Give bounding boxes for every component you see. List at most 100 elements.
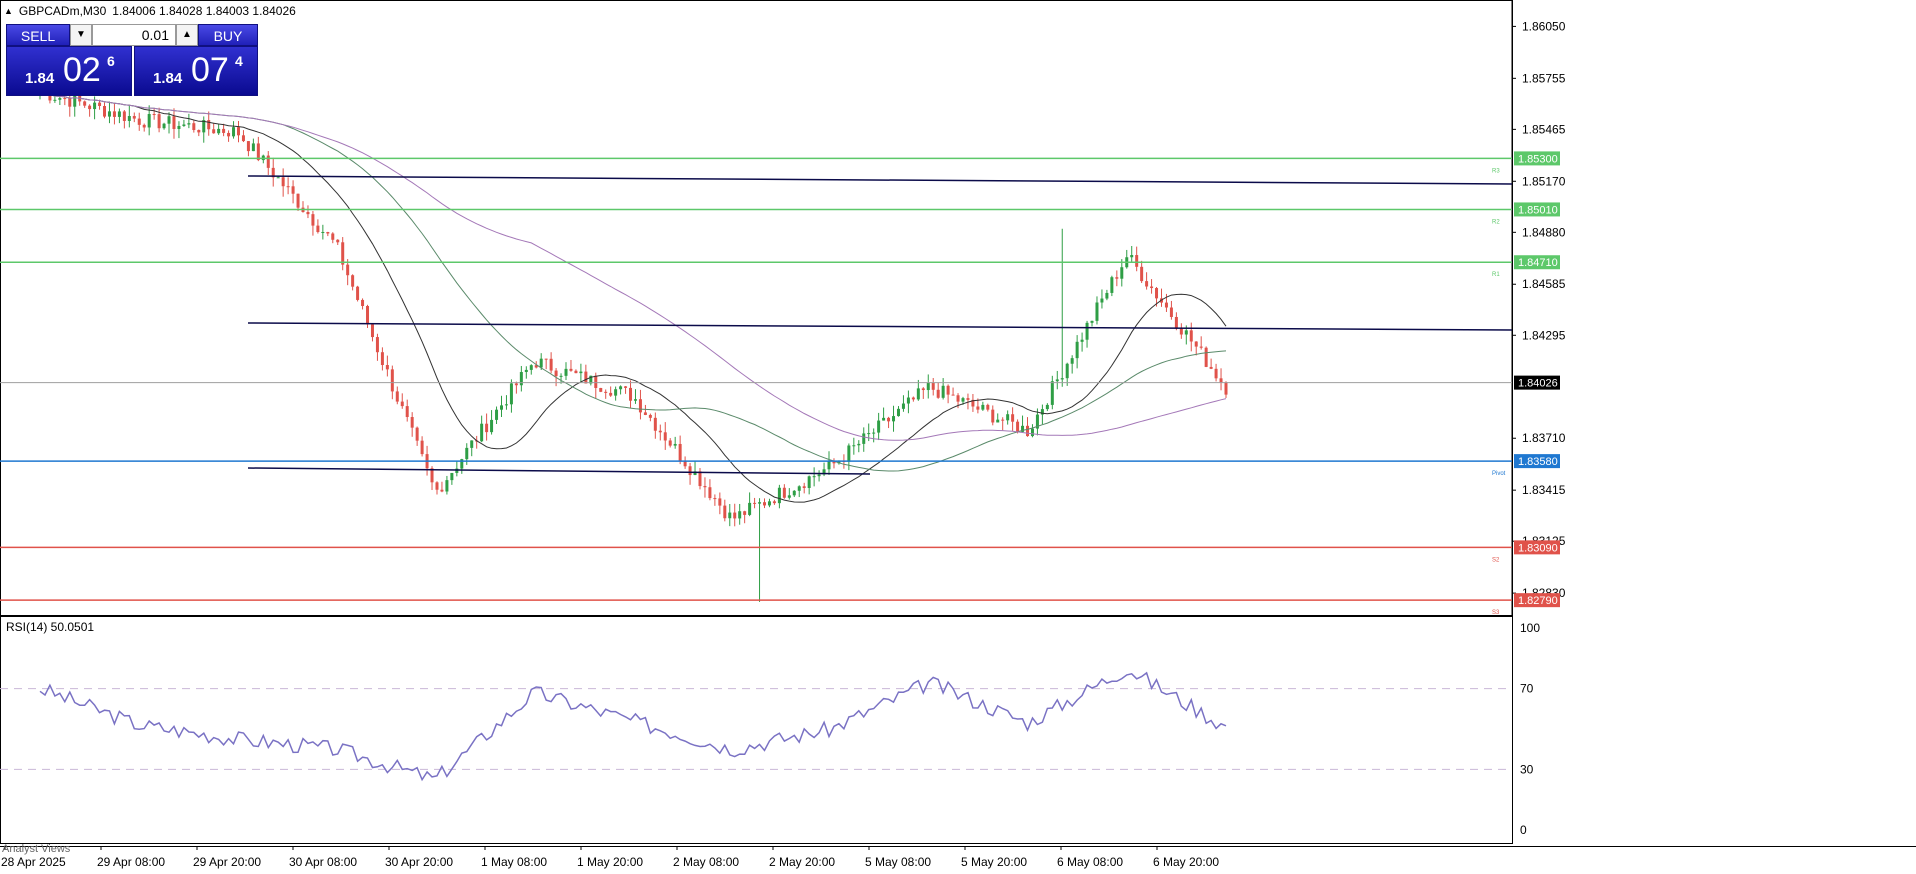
time-tick-label: 2 May 08:00 [673, 855, 739, 869]
sell-price-button[interactable]: 1.84 02 6 [6, 46, 132, 96]
price-tick-label: 1.84880 [1522, 225, 1566, 239]
candle-body [753, 502, 757, 504]
candle-body [336, 239, 340, 243]
lot-size-input[interactable]: 0.01 [92, 24, 176, 46]
candle-body [88, 105, 92, 110]
candle-body [713, 498, 717, 500]
time-axis: 28 Apr 2025 29 Apr 08:00 29 Apr 20:00 30 Ap… [0, 846, 1916, 869]
candle-body [966, 398, 970, 400]
candle-body [127, 116, 131, 121]
buy-button[interactable]: BUY [198, 24, 258, 46]
candle-body [996, 419, 1000, 423]
analyst-views-tab[interactable]: Analyst Views [2, 843, 70, 855]
time-tick-label: 1 May 20:00 [577, 855, 643, 869]
candle-body [162, 123, 166, 129]
candle-body [499, 405, 503, 410]
level-name-s2: S2 [1492, 557, 1500, 563]
collapse-triangle-icon[interactable]: ▲ [4, 6, 13, 16]
candle-body [137, 118, 141, 125]
candle-body [872, 432, 876, 434]
candle-body [227, 132, 231, 137]
candle-body [152, 114, 156, 116]
candle-body [619, 386, 623, 390]
candle-body [807, 476, 811, 488]
candle-body [777, 487, 781, 504]
candle-body [390, 369, 394, 392]
candle-body [1174, 316, 1178, 329]
candle-body [892, 416, 896, 422]
candle-body [629, 387, 633, 401]
candle-body [827, 460, 831, 470]
candle-body [951, 394, 955, 396]
rsi-indicator-panel[interactable]: 100 70 30 0 [0, 616, 1916, 844]
candle-body [232, 127, 236, 137]
candle-body [1080, 339, 1084, 342]
candle-body [361, 299, 365, 306]
candle-body [1179, 328, 1183, 335]
candle-body [251, 143, 255, 152]
candle-body [450, 472, 454, 481]
candle-body [743, 511, 747, 515]
candle-body [346, 264, 350, 276]
candle-body [887, 417, 891, 422]
candle-body [688, 466, 692, 476]
candle-body [852, 445, 856, 447]
price-tick-label: 1.86050 [1522, 19, 1566, 33]
candle-body [420, 440, 424, 455]
candle-body [296, 193, 300, 208]
mt-chart-window[interactable]: 1.86050 1.85755 1.85465 1.85170 1.84880 1.845… [0, 0, 1916, 874]
candle-body [728, 512, 732, 519]
sell-button[interactable]: SELL [6, 24, 70, 46]
candle-body [981, 404, 985, 410]
candle-body [117, 111, 121, 117]
candle-body [936, 389, 940, 398]
candle-body [579, 371, 583, 374]
candle-body [559, 375, 563, 377]
candle-body [1006, 414, 1010, 421]
candle-body [539, 358, 543, 368]
candle-body [708, 487, 712, 499]
candle-body [455, 468, 459, 473]
chart-header: ▲ GBPCADm,M30 1.84006 1.84028 1.84003 1.… [4, 4, 296, 18]
resistance-trendline[interactable] [247, 175, 1513, 185]
lot-dropdown-icon[interactable]: ▼ [70, 24, 92, 46]
candle-body [1209, 366, 1213, 369]
sell-price-fraction: 6 [107, 53, 115, 69]
price-chart[interactable]: 1.86050 1.85755 1.85465 1.85170 1.84880 1.845… [0, 0, 1916, 616]
candle-body [1135, 255, 1139, 267]
candle-body [1199, 346, 1203, 348]
candle-body [782, 487, 786, 498]
candle-body [122, 111, 126, 121]
candle-body [465, 447, 469, 460]
candle-body [896, 408, 900, 417]
candle-body [514, 383, 518, 386]
candle-body [1001, 419, 1005, 421]
candle-body [812, 476, 816, 478]
candle-body [763, 502, 767, 506]
candle-body [1224, 382, 1228, 395]
level-price-tag-label: 1.85010 [1518, 204, 1558, 216]
candle-body [643, 412, 647, 415]
buy-price-button[interactable]: 1.84 07 4 [134, 46, 258, 96]
candle-body [911, 397, 915, 400]
candle-body [112, 111, 116, 117]
candle-body [738, 511, 742, 519]
candle-body [157, 114, 161, 129]
candle-body [931, 382, 935, 390]
candle-body [63, 98, 67, 100]
ma-fast-line [39, 91, 1227, 503]
time-tick-label: 30 Apr 08:00 [289, 855, 357, 869]
candle-body [132, 116, 136, 119]
candle-body [370, 324, 374, 338]
candle-body [554, 370, 558, 377]
candle-body [867, 433, 871, 435]
candle-body [73, 95, 77, 107]
rsi-frame [0, 616, 1513, 844]
lower-trendline[interactable] [247, 467, 871, 475]
support-trendline[interactable] [247, 322, 1513, 331]
candle-body [961, 398, 965, 402]
buy-price-prefix: 1.84 [153, 70, 183, 87]
candle-body [207, 120, 211, 130]
candle-body [1055, 379, 1059, 382]
lot-spin-up-icon[interactable]: ▲ [176, 24, 198, 46]
